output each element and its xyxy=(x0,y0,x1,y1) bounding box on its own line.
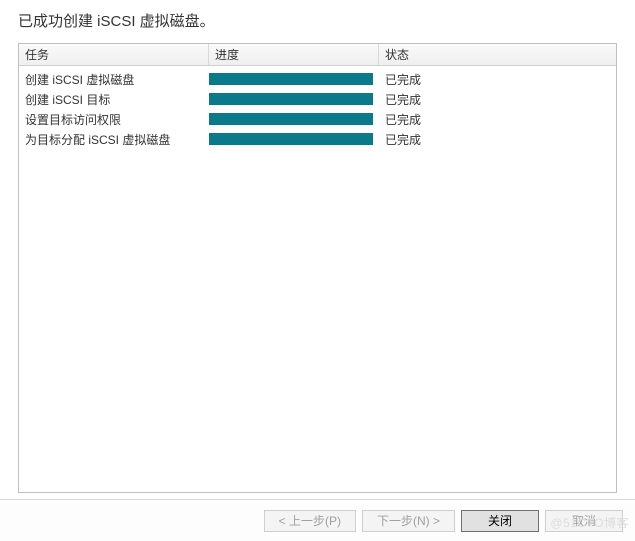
task-status: 已完成 xyxy=(379,71,616,88)
cancel-button: 取消 xyxy=(545,510,623,532)
results-panel: 任务 进度 状态 创建 iSCSI 虚拟磁盘 已完成 创建 iSCSI 目标 已… xyxy=(18,43,617,493)
task-name: 设置目标访问权限 xyxy=(19,111,209,128)
task-status: 已完成 xyxy=(379,111,616,128)
column-header-progress[interactable]: 进度 xyxy=(209,44,379,65)
task-row: 创建 iSCSI 目标 已完成 xyxy=(19,89,616,109)
next-button: 下一步(N) > xyxy=(362,510,455,532)
task-row: 为目标分配 iSCSI 虚拟磁盘 已完成 xyxy=(19,129,616,149)
previous-button: < 上一步(P) xyxy=(264,510,356,532)
task-status: 已完成 xyxy=(379,91,616,108)
progress-bar xyxy=(209,93,373,105)
task-status: 已完成 xyxy=(379,131,616,148)
task-progress xyxy=(209,73,379,85)
task-row: 设置目标访问权限 已完成 xyxy=(19,109,616,129)
column-header-status[interactable]: 状态 xyxy=(379,44,616,65)
task-name: 创建 iSCSI 目标 xyxy=(19,91,209,108)
task-name: 为目标分配 iSCSI 虚拟磁盘 xyxy=(19,131,209,148)
task-name: 创建 iSCSI 虚拟磁盘 xyxy=(19,71,209,88)
progress-bar xyxy=(209,113,373,125)
task-progress xyxy=(209,133,379,145)
column-header-task[interactable]: 任务 xyxy=(19,44,209,65)
progress-bar xyxy=(209,73,373,85)
page-title: 已成功创建 iSCSI 虚拟磁盘。 xyxy=(0,0,635,43)
task-progress xyxy=(209,93,379,105)
task-progress xyxy=(209,113,379,125)
close-button[interactable]: 关闭 xyxy=(461,510,539,532)
table-header: 任务 进度 状态 xyxy=(19,44,616,66)
button-bar: < 上一步(P) 下一步(N) > 关闭 取消 xyxy=(0,499,635,541)
task-list: 创建 iSCSI 虚拟磁盘 已完成 创建 iSCSI 目标 已完成 设置目标访问… xyxy=(19,66,616,152)
progress-bar xyxy=(209,133,373,145)
task-row: 创建 iSCSI 虚拟磁盘 已完成 xyxy=(19,69,616,89)
